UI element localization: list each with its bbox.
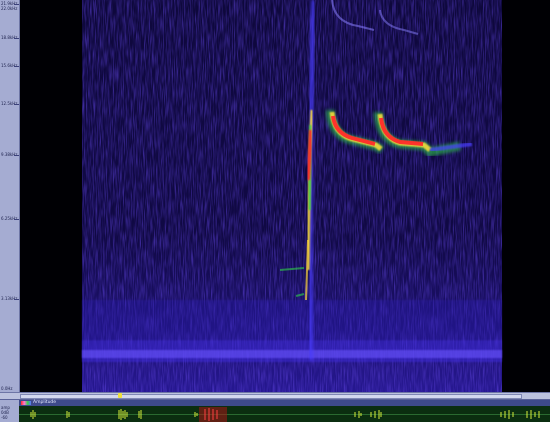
amplitude-panel: amp 0dB -60 Amplitude [0, 399, 550, 422]
spectrogram-image [82, 0, 502, 392]
color-scale-icon [21, 401, 31, 405]
waveform-image [19, 407, 550, 422]
freq-label: 22.0kHz [1, 6, 18, 11]
time-scrollbar[interactable] [0, 392, 550, 399]
amplitude-waveform[interactable] [19, 406, 550, 422]
amplitude-ruler: amp 0dB -60 [0, 400, 20, 422]
spectrogram-window: 21.9kHz 22.0kHz 18.8kHz 15.6kHz 12.5kHz … [0, 0, 550, 422]
amp-side-label: -60 [1, 415, 8, 420]
frequency-ruler: 21.9kHz 22.0kHz 18.8kHz 15.6kHz 12.5kHz … [0, 0, 20, 392]
spectrogram-view[interactable] [20, 0, 550, 392]
playhead-marker[interactable] [118, 393, 122, 398]
freq-label: 0.0Hz [1, 386, 13, 391]
